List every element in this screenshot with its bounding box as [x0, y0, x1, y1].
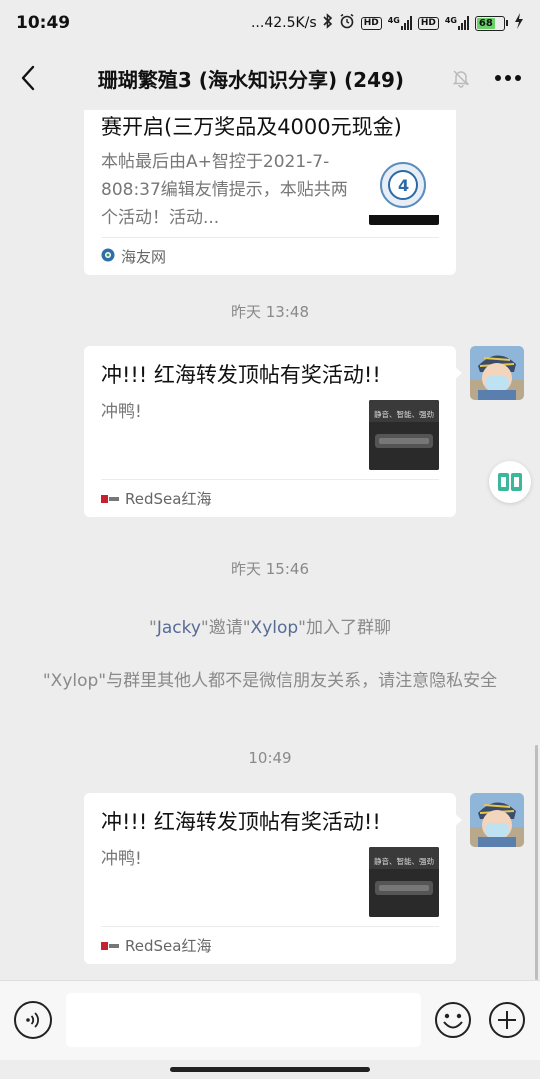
system-text: " — [149, 618, 157, 638]
timestamp: 10:49 — [248, 749, 292, 767]
emoji-icon — [435, 1002, 471, 1038]
svg-text:4: 4 — [398, 176, 409, 195]
back-button[interactable] — [0, 46, 56, 110]
floating-book-icon — [498, 473, 522, 491]
battery-icon: 68 — [475, 15, 508, 31]
source-name: RedSea红海 — [125, 937, 212, 955]
card-title: 冲!!! 红海转发顶帖有奖活动!! — [101, 810, 381, 834]
card-desc: 冲鸭! — [101, 849, 142, 869]
hd-icon: HD — [360, 16, 382, 30]
plus-icon — [489, 1002, 525, 1038]
network-type-label-2: 4G — [444, 16, 457, 25]
emoji-button[interactable] — [434, 1001, 472, 1039]
voice-button[interactable] — [14, 1001, 52, 1039]
battery-level: 68 — [477, 17, 495, 29]
voice-icon — [26, 1012, 39, 1028]
card-source: 海友网 — [101, 237, 439, 275]
chat-title: 珊瑚繁殖3 (海水知识分享) (249) — [97, 67, 405, 92]
system-message-invite: "Jacky"邀请"Xylop"加入了群聊 — [40, 614, 500, 642]
signal-icon-2: 4G — [445, 16, 469, 30]
alarm-icon — [339, 13, 355, 33]
bluetooth-icon — [323, 13, 333, 33]
card-desc: 冲鸭! — [101, 402, 142, 422]
avatar[interactable] — [470, 346, 524, 400]
avatar[interactable] — [470, 793, 524, 847]
floating-window-button[interactable] — [489, 461, 531, 503]
link-card[interactable]: 冲!!! 红海转发顶帖有奖活动!! 冲鸭! 静音、智能、强劲 RedSea红海 — [84, 346, 456, 517]
scrollbar[interactable] — [535, 745, 538, 980]
message-list[interactable]: 赛开启(三万奖品及4000元现金) 本帖最后由A+智控于2021-7-808:3… — [0, 110, 540, 980]
charging-icon — [514, 13, 524, 33]
system-message-privacy: "Xylop"与群里其他人都不是微信朋友关系，请注意隐私安全 — [42, 671, 498, 691]
status-bar: 10:49 ...42.5K/s HD 4G HD 4G 68 — [0, 0, 540, 46]
mute-bell-icon — [446, 68, 476, 88]
source-logo-icon — [101, 248, 115, 266]
card-thumbnail: 静音、智能、强劲 — [369, 847, 439, 917]
card-title: 赛开启(三万奖品及4000元现金) — [101, 115, 402, 139]
card-source: RedSea红海 — [101, 926, 439, 964]
input-bar — [0, 980, 540, 1060]
card-title: 冲!!! 红海转发顶帖有奖活动!! — [101, 363, 381, 387]
user-link-xylop[interactable]: Xylop — [251, 618, 299, 638]
redsea-logo-icon — [101, 937, 119, 955]
timestamp: 昨天 13:48 — [231, 303, 309, 321]
more-dots-icon — [495, 75, 521, 81]
signal-icon: 4G — [388, 16, 412, 30]
hd-icon-2: HD — [417, 16, 439, 30]
card-source: RedSea红海 — [101, 479, 439, 517]
home-indicator — [170, 1067, 370, 1072]
source-name: RedSea红海 — [125, 490, 212, 508]
bubble-tail — [454, 366, 462, 380]
network-speed: ...42.5K/s — [250, 15, 317, 31]
status-time: 10:49 — [16, 13, 71, 33]
timestamp: 昨天 15:46 — [231, 560, 309, 578]
chat-header: 珊瑚繁殖3 (海水知识分享) (249) — [0, 46, 540, 110]
more-functions-button[interactable] — [488, 1001, 526, 1039]
card-thumbnail: 4 — [369, 155, 439, 225]
source-name: 海友网 — [121, 248, 167, 266]
svg-text:静音、智能、强劲: 静音、智能、强劲 — [374, 856, 434, 866]
card-thumbnail: 静音、智能、强劲 — [369, 400, 439, 470]
link-card[interactable]: 赛开启(三万奖品及4000元现金) 本帖最后由A+智控于2021-7-808:3… — [84, 110, 456, 275]
back-arrow-icon — [21, 65, 35, 91]
more-button[interactable] — [476, 46, 540, 110]
system-text: "邀请" — [200, 618, 251, 638]
network-type-label: 4G — [387, 16, 400, 25]
card-desc: 本帖最后由A+智控于2021-7-808:37编辑友情提示，本贴共两个活动！活动… — [101, 152, 348, 228]
link-card[interactable]: 冲!!! 红海转发顶帖有奖活动!! 冲鸭! 静音、智能、强劲 RedSea红海 — [84, 793, 456, 964]
user-link-jacky[interactable]: Jacky — [157, 618, 201, 638]
message-input[interactable] — [66, 993, 421, 1047]
bubble-tail — [454, 813, 462, 827]
redsea-logo-icon — [101, 490, 119, 508]
svg-text:静音、智能、强劲: 静音、智能、强劲 — [374, 409, 434, 419]
system-text: "加入了群聊 — [298, 618, 391, 638]
